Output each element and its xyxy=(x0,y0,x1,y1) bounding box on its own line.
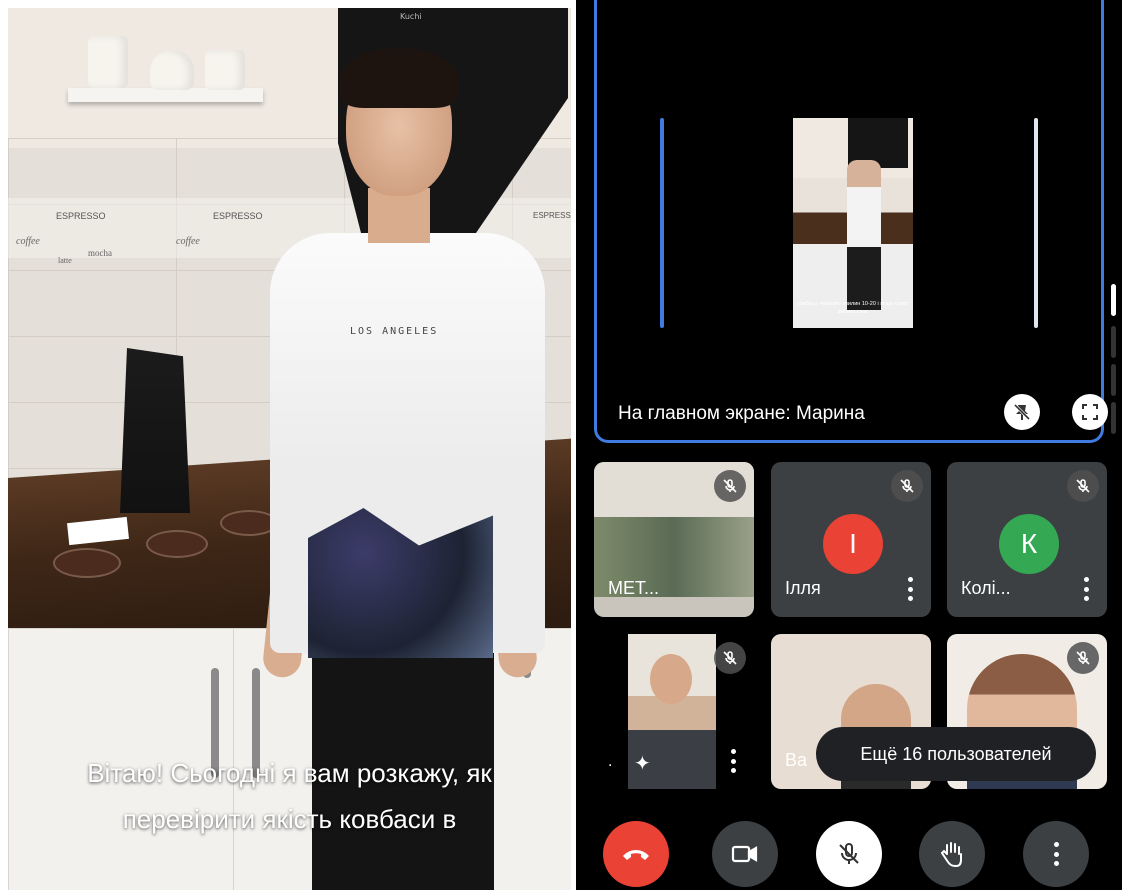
participant-tile[interactable]: К Колі... xyxy=(947,462,1107,617)
canister xyxy=(205,50,245,90)
tile-word: ESPRESSO xyxy=(56,211,106,221)
unpin-button[interactable] xyxy=(1004,394,1040,430)
more-options-button[interactable] xyxy=(1023,821,1089,887)
scrollbar-segment xyxy=(1111,364,1116,396)
participant-tile[interactable]: І Ілля xyxy=(771,462,931,617)
participant-name: Ілля xyxy=(785,578,821,598)
mic-off-icon xyxy=(1076,479,1090,493)
subtitle-line-1: Вітаю! Сьогодні я вам розкажу, як xyxy=(87,758,492,788)
spotlight-tile[interactable]: ковбасу, чекаємо хвилин 10-20 і якщо спи… xyxy=(594,0,1108,443)
participant-name: МЕТ... xyxy=(608,578,660,598)
mic-off-icon xyxy=(1076,651,1090,665)
tile-word: mocha xyxy=(88,248,112,258)
mic-off-icon xyxy=(723,479,737,493)
participant-name: . xyxy=(608,753,613,770)
participant-name: Ва xyxy=(785,750,808,770)
unpin-icon xyxy=(1013,403,1031,421)
video-edge-bar xyxy=(660,118,664,328)
tile-word: ESPRESSO xyxy=(533,211,571,220)
hood-brand: Kuchi xyxy=(400,12,422,21)
shared-video-thumbnail: ковбасу, чекаємо хвилин 10-20 і якщо спи… xyxy=(793,118,913,328)
mic-muted-badge xyxy=(891,470,923,502)
tile-word: coffee xyxy=(16,236,40,247)
spotlight-label: На главном экране: Марина xyxy=(618,403,865,424)
mic-muted-badge xyxy=(714,470,746,502)
meeting-panel: ковбасу, чекаємо хвилин 10-20 і якщо спи… xyxy=(576,0,1122,890)
participant-name: Колі... xyxy=(961,578,1011,598)
person-neck xyxy=(368,188,430,243)
scrollbar-segment xyxy=(1111,326,1116,358)
camera-button[interactable] xyxy=(712,821,778,887)
mic-off-icon xyxy=(900,479,914,493)
wall-shelf xyxy=(68,88,263,102)
mic-muted-badge xyxy=(714,642,746,674)
subtitle-line-2: перевірити якість ковбаси в xyxy=(122,804,457,834)
teapot xyxy=(150,50,194,90)
scrollbar-segment xyxy=(1111,402,1116,434)
avatar: І xyxy=(823,514,883,574)
mic-muted-badge xyxy=(1067,470,1099,502)
sausage-plate xyxy=(146,530,208,558)
fullscreen-button[interactable] xyxy=(1072,394,1108,430)
shirt-text: LOS ANGELES xyxy=(350,326,439,337)
more-participants-button[interactable]: Ещё 16 пользователей xyxy=(816,727,1096,781)
mic-off-icon xyxy=(839,843,859,864)
video-camera-icon xyxy=(731,845,758,863)
person-hair xyxy=(340,48,458,108)
thumb-person xyxy=(847,160,881,310)
canister xyxy=(88,36,128,88)
tile-word: latte xyxy=(58,256,72,265)
sparkle-icon: ✦ xyxy=(634,751,651,775)
hand-icon xyxy=(940,842,962,868)
thumb-caption: ковбасу, чекаємо хвилин 10-20 і якщо спи… xyxy=(797,301,909,315)
more-vert-icon[interactable] xyxy=(730,749,736,773)
tile-word: ESPRESSO xyxy=(213,211,263,221)
phone-hangup-icon xyxy=(623,850,649,860)
more-vert-icon[interactable] xyxy=(1083,577,1089,601)
end-call-button[interactable] xyxy=(603,821,669,887)
participant-tile[interactable]: . ✦ xyxy=(594,634,754,789)
fullscreen-icon xyxy=(1082,404,1098,420)
mic-off-icon xyxy=(723,651,737,665)
tile-word: coffee xyxy=(176,236,200,247)
mic-muted-badge xyxy=(1067,642,1099,674)
raise-hand-button[interactable] xyxy=(919,821,985,887)
presenter-video: ESPRESSO coffee mocha latte ESPRESSO cof… xyxy=(8,8,571,890)
scrollbar-thumb[interactable] xyxy=(1111,284,1116,316)
video-edge-bar xyxy=(1034,118,1038,328)
participant-face xyxy=(650,654,692,704)
participant-tile[interactable]: МЕТ... xyxy=(594,462,754,617)
avatar: К xyxy=(999,514,1059,574)
sausage-plate xyxy=(53,548,121,578)
mic-button[interactable] xyxy=(816,821,882,887)
scrollbar[interactable] xyxy=(1111,284,1117,434)
more-vert-icon[interactable] xyxy=(907,577,913,601)
knife-block xyxy=(120,348,190,513)
more-vert-icon xyxy=(1053,842,1059,866)
